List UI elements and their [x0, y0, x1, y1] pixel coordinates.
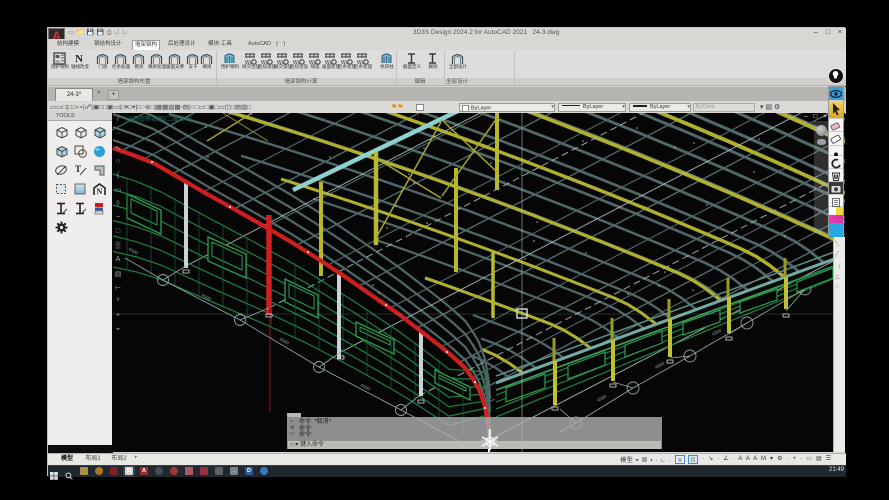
- svg-text:T: T: [75, 164, 81, 174]
- svg-text:[-][西南等轴测][二维线框]: [-][西南等轴测][二维线框]: [126, 115, 192, 123]
- svg-text:N: N: [97, 187, 103, 196]
